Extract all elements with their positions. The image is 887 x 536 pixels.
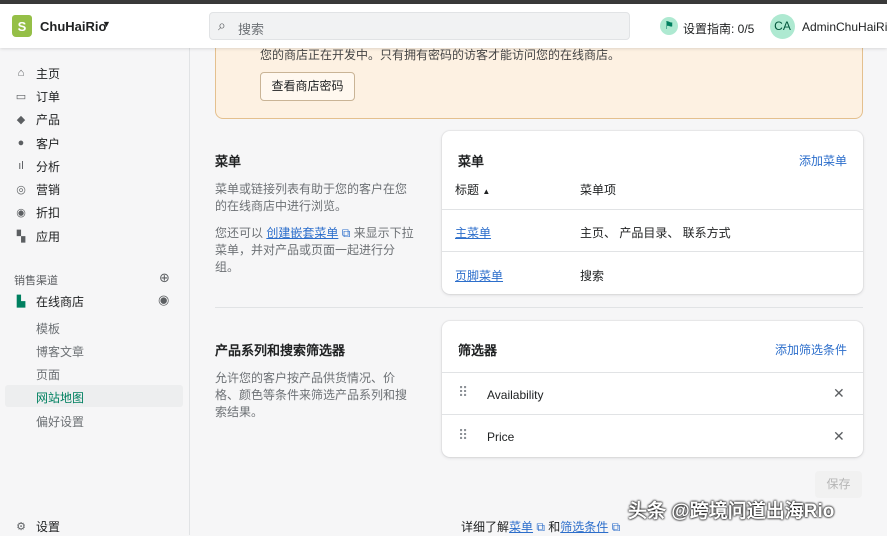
filter-row: ⠿ Availability ✕ — [442, 372, 863, 414]
sidebar-sub-blog[interactable]: 博客文章 — [36, 343, 84, 360]
home-icon: ⌂ — [17, 67, 25, 79]
menu-items: 主页、 产品目录、 联系方式 — [580, 226, 731, 240]
menus-section-title: 菜单 — [215, 154, 242, 169]
sales-channels-label: 销售渠道 — [14, 275, 58, 287]
filter-row: ⠿ Price ✕ — [442, 414, 863, 457]
flag-icon[interactable]: ⚑ — [660, 17, 678, 35]
external-link-icon: ⧉ — [338, 226, 351, 240]
table-row: 主菜单 主页、 产品目录、 联系方式 — [442, 209, 863, 251]
table-row: 页脚菜单 搜索 — [442, 251, 863, 294]
tag-icon: ◆ — [16, 113, 26, 126]
remove-icon[interactable]: ✕ — [833, 428, 845, 445]
search-icon: ⌕ — [218, 17, 226, 33]
external-link-icon: ⧉ — [608, 520, 621, 534]
filters-help-link[interactable]: 筛选条件 — [560, 520, 608, 534]
sidebar-item-orders[interactable]: ▭ 订单 — [14, 86, 60, 106]
admin-name[interactable]: AdminChuHaiRio — [802, 20, 887, 34]
label: 设置 — [36, 519, 61, 534]
search-input[interactable]: ⌕ 搜索 — [209, 12, 630, 40]
bar-chart-icon: ıl — [18, 160, 24, 172]
sidebar-item-home[interactable]: ⌂ 主页 — [14, 63, 60, 83]
menus-card-title: 菜单 — [458, 154, 485, 169]
remove-icon[interactable]: ✕ — [833, 385, 845, 402]
setup-guide[interactable]: 设置指南: 0/5 — [683, 20, 754, 37]
section-divider — [215, 307, 863, 308]
sidebar-item-apps[interactable]: ▚ 应用 — [14, 226, 60, 246]
discount-icon: ◉ — [16, 206, 26, 219]
menus-card: 菜单 添加菜单 标题 ▲ 菜单项 主菜单 主页、 产品目录、 联系方式 页脚菜单… — [442, 131, 863, 294]
sidebar-sub-pages[interactable]: 页面 — [36, 366, 60, 383]
sidebar-item-marketing[interactable]: ◎ 营销 — [14, 179, 60, 199]
menus-help-link[interactable]: 菜单 — [509, 520, 533, 534]
orders-icon: ▭ — [15, 90, 27, 103]
filters-section-title: 产品系列和搜索筛选器 — [215, 343, 346, 358]
filters-card-title: 筛选器 — [458, 343, 498, 358]
marketing-icon: ◎ — [16, 183, 26, 196]
sort-asc-icon: ▲ — [482, 187, 491, 196]
save-button[interactable]: 保存 — [815, 471, 862, 498]
filters-desc: 允许您的客户按产品供货情况、价格、颜色等条件来筛选产品系列和搜索结果。 — [215, 371, 408, 419]
sidebar-item-settings[interactable]: ⚙ 设置 — [14, 516, 60, 536]
sidebar-item-discounts[interactable]: ◉ 折扣 — [14, 202, 60, 222]
shopify-logo-icon[interactable]: S — [12, 15, 32, 37]
avatar[interactable]: CA — [770, 14, 795, 39]
sidebar-item-customers[interactable]: ● 客户 — [14, 133, 60, 153]
sidebar: ⌂ 主页 ▭ 订单 ◆ 产品 ● 客户 ıl 分析 ◎ 营销 ◉ 折扣 ▚ 应用 销售渠道 ⊕ … — [0, 48, 190, 535]
apps-icon: ▚ — [16, 230, 26, 243]
watermark: 头条 @跨境问道出海Rio — [628, 501, 835, 522]
sidebar-item-online-store[interactable]: ▙ 在线商店 — [14, 291, 84, 311]
label: 产品 — [36, 112, 61, 127]
label: 在线商店 — [36, 294, 85, 309]
nested-menu-link[interactable]: 创建嵌套菜单 — [266, 226, 338, 240]
label: 折扣 — [36, 205, 61, 220]
filters-card: 筛选器 添加筛选条件 ⠿ Availability ✕ ⠿ Price ✕ — [442, 321, 863, 457]
store-icon: ▙ — [16, 295, 26, 308]
add-filter-link[interactable]: 添加筛选条件 — [775, 341, 847, 358]
eye-icon[interactable]: ◉ — [158, 292, 169, 308]
text: 标题 — [455, 183, 480, 197]
drag-handle-icon[interactable]: ⠿ — [458, 427, 468, 444]
menu-title-link[interactable]: 主菜单 — [455, 224, 491, 241]
filter-name: Price — [487, 430, 515, 444]
sidebar-sub-navigation[interactable]: 网站地图 — [36, 389, 84, 406]
learn-more-footer: 详细了解菜单 ⧉ 和筛选条件 ⧉ — [461, 518, 620, 535]
label: 分析 — [36, 159, 61, 174]
text: 和 — [544, 520, 561, 534]
label: 营销 — [36, 182, 61, 197]
gear-icon: ⚙ — [16, 520, 26, 533]
label: 客户 — [36, 136, 61, 151]
col-title-header[interactable]: 标题 ▲ — [455, 181, 490, 198]
search-placeholder: 搜索 — [238, 22, 265, 37]
menus-desc: 菜单或链接列表有助于您的客户在您的在线商店中进行浏览。 — [215, 182, 408, 213]
text: 您还可以 — [215, 226, 267, 240]
person-icon: ● — [17, 137, 25, 149]
drag-handle-icon[interactable]: ⠿ — [458, 384, 468, 401]
add-channel-icon[interactable]: ⊕ — [159, 270, 170, 286]
banner-text: 您的商店正在开发中。只有拥有密码的访客才能访问您的在线商店。 — [260, 48, 621, 62]
sidebar-sub-themes[interactable]: 模板 — [36, 320, 60, 337]
filter-name: Availability — [487, 388, 544, 402]
col-items-header: 菜单项 — [580, 183, 617, 197]
label: 应用 — [36, 229, 61, 244]
sidebar-item-analytics[interactable]: ıl 分析 — [14, 156, 60, 176]
menus-desc2: 您还可以 创建嵌套菜单 ⧉ 来显示下拉菜单，并对产品或页面一起进行分组。 — [215, 225, 415, 276]
text: 详细了解 — [461, 520, 510, 534]
store-name[interactable]: ChuHaiRio — [40, 19, 106, 34]
label: 主页 — [36, 66, 61, 81]
sidebar-item-products[interactable]: ◆ 产品 — [14, 109, 60, 129]
label: 订单 — [36, 89, 61, 104]
external-link-icon: ⧉ — [533, 520, 545, 534]
view-password-button[interactable]: 查看商店密码 — [260, 72, 355, 101]
sidebar-sub-preferences[interactable]: 偏好设置 — [36, 413, 84, 430]
header: S ChuHaiRio ▼ ⌕ 搜索 ⚑ 设置指南: 0/5 CA AdminC… — [0, 4, 887, 48]
add-menu-link[interactable]: 添加菜单 — [799, 152, 847, 169]
menu-title-link[interactable]: 页脚菜单 — [455, 267, 503, 284]
active-item-bg — [5, 385, 183, 407]
caret-down-icon[interactable]: ▼ — [102, 19, 111, 29]
menu-items: 搜索 — [580, 269, 605, 283]
